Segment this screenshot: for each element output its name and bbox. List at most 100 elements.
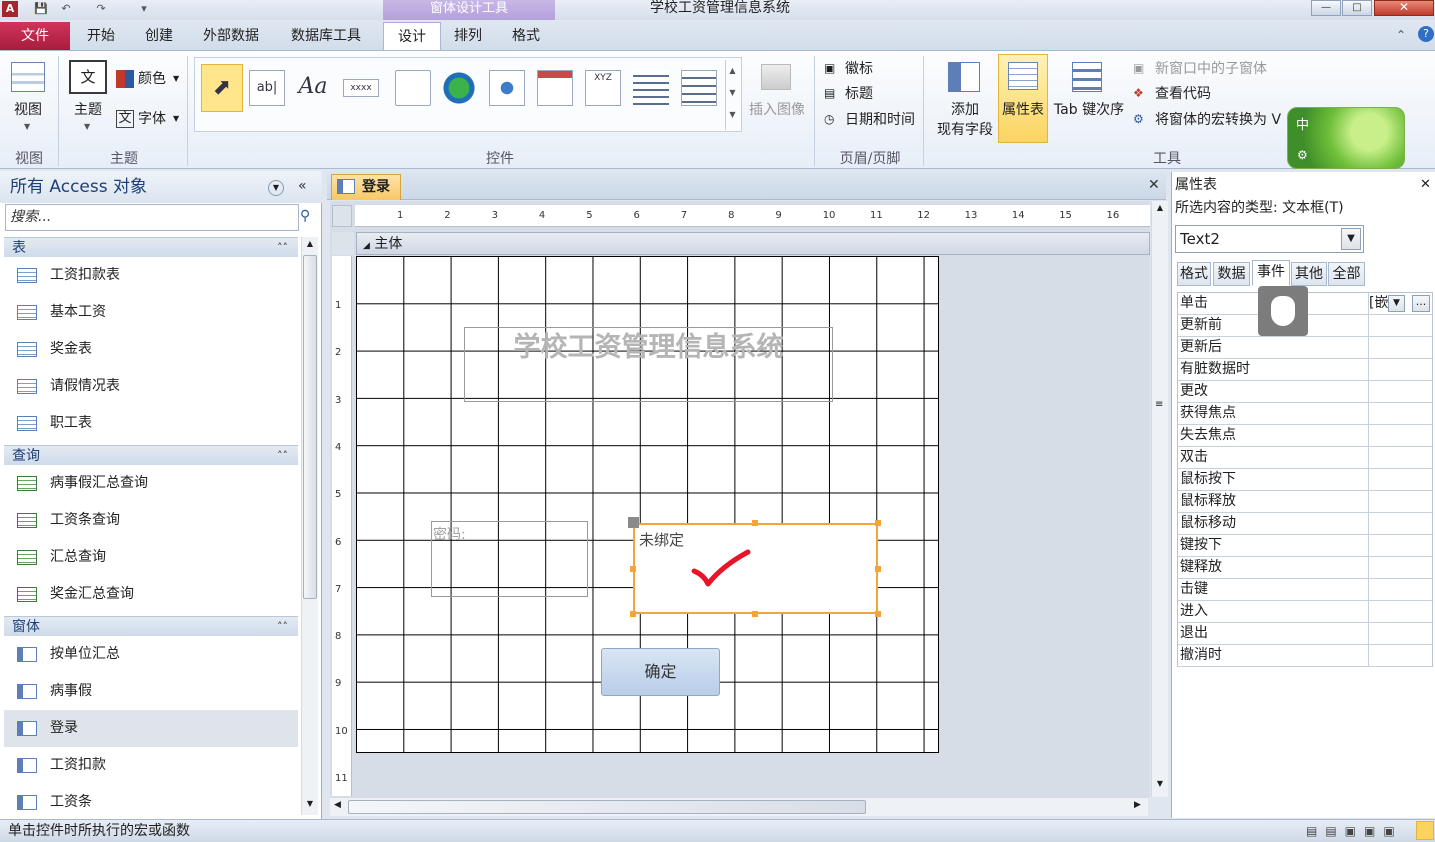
nav-item[interactable]: 汇总查询 bbox=[4, 539, 298, 576]
nav-item[interactable]: 请假情况表 bbox=[4, 368, 298, 405]
prop-tab-data[interactable]: 数据 bbox=[1213, 262, 1250, 286]
minimize-button[interactable]: — bbox=[1311, 0, 1341, 16]
design-view-icon[interactable] bbox=[1416, 821, 1434, 840]
property-row[interactable]: 获得焦点 bbox=[1178, 403, 1432, 425]
resize-handle[interactable] bbox=[875, 566, 881, 572]
property-row[interactable]: 更改 bbox=[1178, 381, 1432, 403]
scroll-grip-icon[interactable]: ≡ bbox=[1155, 399, 1163, 410]
text2-textbox[interactable]: 未绑定 bbox=[633, 523, 878, 614]
prop-tab-event[interactable]: 事件 bbox=[1252, 260, 1290, 286]
property-value[interactable] bbox=[1368, 425, 1432, 446]
tab-order-icon[interactable] bbox=[1072, 62, 1102, 92]
view-button-label[interactable]: 视图 bbox=[6, 100, 50, 120]
option-group-control-icon[interactable]: XYZ bbox=[585, 70, 621, 106]
property-row[interactable]: 鼠标移动 bbox=[1178, 513, 1432, 535]
property-value[interactable] bbox=[1368, 381, 1432, 402]
canvas-vertical-scrollbar[interactable]: ▲ ≡ ▼ bbox=[1151, 201, 1168, 797]
close-document-icon[interactable]: ✕ bbox=[1148, 177, 1160, 193]
property-row[interactable]: 更新后 bbox=[1178, 337, 1432, 359]
property-row[interactable]: 鼠标释放 bbox=[1178, 491, 1432, 513]
nav-item[interactable]: 工资扣款 bbox=[4, 747, 298, 784]
property-value[interactable] bbox=[1368, 491, 1432, 512]
property-value[interactable] bbox=[1368, 557, 1432, 578]
add-existing-fields-label-2[interactable]: 现有字段 bbox=[932, 120, 998, 140]
detail-section-bar[interactable]: ◢ 主体 bbox=[356, 232, 1150, 255]
property-value[interactable] bbox=[1368, 535, 1432, 556]
convert-macro-icon[interactable]: ⚙ bbox=[1133, 112, 1144, 126]
file-tab[interactable]: 文件 bbox=[0, 22, 70, 50]
search-icon[interactable]: ⚲ bbox=[300, 208, 310, 224]
label-control-icon[interactable]: Aa bbox=[295, 70, 331, 106]
theme-dropdown-icon[interactable]: ▼ bbox=[84, 122, 90, 131]
redo-icon[interactable]: ↷ bbox=[93, 1, 109, 17]
collapse-ribbon-icon[interactable]: ⌃ bbox=[1396, 28, 1406, 42]
scroll-down-icon[interactable]: ▼ bbox=[303, 799, 317, 808]
tab-order-label[interactable]: Tab 键次序 bbox=[1048, 100, 1130, 120]
property-row[interactable]: 进入 bbox=[1178, 601, 1432, 623]
nav-item[interactable]: 按单位汇总 bbox=[4, 636, 298, 673]
fonts-dropdown-icon[interactable]: ▼ bbox=[173, 114, 179, 123]
tab-arrange[interactable]: 排列 bbox=[440, 22, 496, 50]
fonts-icon[interactable]: 文 bbox=[116, 110, 134, 128]
view-code-button[interactable]: 查看代码 bbox=[1155, 85, 1211, 103]
convert-macro-button[interactable]: 将窗体的宏转换为 V bbox=[1155, 111, 1285, 129]
nav-item[interactable]: 工资扣款表 bbox=[4, 257, 298, 294]
title-icon[interactable]: ▤ bbox=[824, 86, 835, 100]
control-selector-dropdown[interactable]: Text2 ▼ bbox=[1175, 225, 1364, 253]
canvas-horizontal-scrollbar[interactable]: ◀ ▶ bbox=[330, 797, 1148, 816]
datetime-icon[interactable]: ◷ bbox=[824, 112, 834, 126]
nav-item[interactable]: 工资条 bbox=[4, 784, 298, 821]
nav-menu-dropdown-icon[interactable]: ▼ bbox=[268, 180, 284, 196]
logo-button[interactable]: 徽标 bbox=[845, 60, 873, 78]
undo-icon[interactable]: ↶ bbox=[58, 1, 74, 17]
ime-settings-icon[interactable]: ⚙ bbox=[1297, 148, 1308, 162]
collapse-section-icon[interactable]: ˄˄ bbox=[277, 238, 288, 258]
resize-handle[interactable] bbox=[630, 611, 636, 617]
nav-section-header[interactable]: 表 ˄˄ bbox=[4, 237, 298, 257]
nav-section-header[interactable]: 查询 ˄˄ bbox=[4, 445, 298, 465]
scroll-up-icon[interactable]: ▲ bbox=[1153, 203, 1167, 212]
builder-button[interactable]: ... bbox=[1412, 295, 1430, 312]
property-sheet-label[interactable]: 属性表 bbox=[998, 100, 1048, 120]
property-row[interactable]: 键释放 bbox=[1178, 557, 1432, 579]
web-browser-control-icon[interactable] bbox=[489, 70, 525, 106]
collapse-section-icon[interactable]: ˄˄ bbox=[277, 446, 288, 466]
scroll-left-icon[interactable]: ◀ bbox=[334, 800, 341, 810]
combo-box-control-icon[interactable] bbox=[681, 70, 717, 106]
property-row[interactable]: 鼠标按下 bbox=[1178, 469, 1432, 491]
property-value[interactable] bbox=[1368, 359, 1432, 380]
colors-icon[interactable] bbox=[116, 70, 134, 88]
tab-home[interactable]: 开始 bbox=[73, 22, 129, 50]
nav-item[interactable]: 职工表 bbox=[4, 405, 298, 442]
resize-handle[interactable] bbox=[752, 611, 758, 617]
property-value[interactable] bbox=[1368, 315, 1432, 336]
chevron-down-icon[interactable]: ▼ bbox=[1341, 228, 1361, 250]
nav-search-input[interactable]: 搜索... bbox=[5, 204, 299, 231]
property-row[interactable]: 双击 bbox=[1178, 447, 1432, 469]
datetime-button[interactable]: 日期和时间 bbox=[845, 111, 915, 129]
fonts-button[interactable]: 字体 bbox=[138, 110, 166, 128]
theme-button-label[interactable]: 主题 bbox=[66, 100, 110, 120]
colors-button[interactable]: 颜色 bbox=[138, 70, 166, 88]
property-value[interactable] bbox=[1368, 601, 1432, 622]
property-value[interactable] bbox=[1368, 513, 1432, 534]
property-value[interactable] bbox=[1368, 645, 1432, 666]
close-window-button[interactable]: ✕ bbox=[1374, 0, 1434, 16]
add-existing-fields-label-1[interactable]: 添加 bbox=[932, 100, 998, 120]
theme-icon[interactable]: 文 bbox=[69, 60, 107, 94]
form-selector[interactable] bbox=[332, 205, 352, 227]
tab-design[interactable]: 设计 bbox=[383, 22, 441, 50]
logo-icon[interactable]: ▣ bbox=[824, 61, 835, 75]
scroll-down-icon[interactable]: ▼ bbox=[1153, 779, 1167, 788]
property-row[interactable]: 击键 bbox=[1178, 579, 1432, 601]
resize-handle[interactable] bbox=[875, 520, 881, 526]
collapse-section-icon[interactable]: ˄˄ bbox=[277, 617, 288, 637]
canvas-hscroll-thumb[interactable] bbox=[348, 800, 866, 814]
save-icon[interactable]: 💾 bbox=[33, 1, 49, 17]
ime-widget[interactable]: 中 ⚙ bbox=[1287, 107, 1405, 169]
property-row[interactable]: 退出 bbox=[1178, 623, 1432, 645]
title-button[interactable]: 标题 bbox=[845, 85, 873, 103]
hyperlink-control-icon[interactable] bbox=[441, 70, 477, 106]
nav-item[interactable]: 奖金汇总查询 bbox=[4, 576, 298, 613]
colors-dropdown-icon[interactable]: ▼ bbox=[173, 74, 179, 83]
